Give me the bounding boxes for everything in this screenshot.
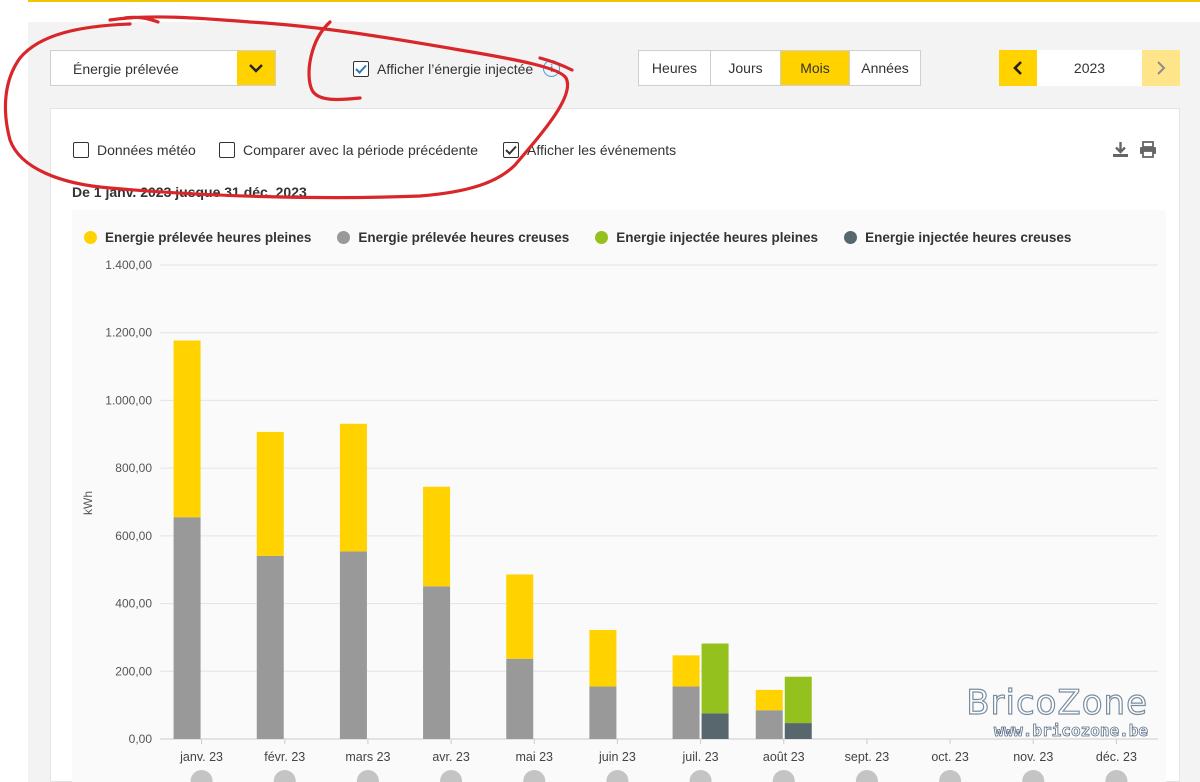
x-tick-label: juin 23 <box>598 750 636 764</box>
bar-segment <box>173 340 201 518</box>
y-tick-label: 600,00 <box>115 529 152 543</box>
y-axis-label: kWh <box>81 491 95 515</box>
event-marker <box>606 770 629 782</box>
bar-segment <box>701 643 729 714</box>
event-marker <box>1105 770 1128 782</box>
x-tick-label: mai 23 <box>515 750 553 764</box>
bar-segment <box>672 686 700 739</box>
x-tick-label: oct. 23 <box>931 750 969 764</box>
bar-segment <box>701 713 729 739</box>
event-marker <box>523 770 546 782</box>
bar-segment <box>784 723 812 739</box>
x-tick-label: févr. 23 <box>264 750 305 764</box>
monthly-energy-chart: 0,00 200,00 400,00 600,00 800,00 1.000,00 1.20… <box>81 258 1158 782</box>
x-tick-label: août 23 <box>763 750 805 764</box>
event-marker <box>190 770 213 782</box>
watermark: BricoZone www.bricozone.be <box>966 682 1149 741</box>
bar-segment <box>256 431 284 556</box>
x-tick-label: janv. 23 <box>179 750 223 764</box>
bar-segment <box>339 423 367 552</box>
y-tick-label: 200,00 <box>115 664 152 678</box>
bar-segment <box>589 686 617 739</box>
bar-segment <box>423 486 451 587</box>
watermark-url: www.bricozone.be <box>993 721 1148 741</box>
event-marker <box>855 770 878 782</box>
bar-segment <box>423 586 451 739</box>
y-tick-label: 400,00 <box>115 597 152 611</box>
bar-segment <box>173 517 201 739</box>
bar-segment <box>256 555 284 739</box>
bar-segment <box>506 574 534 659</box>
event-marker <box>440 770 463 782</box>
x-tick-label: juil. 23 <box>682 750 719 764</box>
event-marker <box>689 770 712 782</box>
bar-segment <box>339 551 367 739</box>
bar-segment <box>755 689 783 711</box>
bar-segment <box>784 676 812 724</box>
bar-segment <box>506 658 534 739</box>
event-marker <box>273 770 296 782</box>
x-tick-label: mars 23 <box>345 750 390 764</box>
x-tick-label: nov. 23 <box>1013 750 1053 764</box>
event-marker <box>1022 770 1045 782</box>
event-marker <box>939 770 962 782</box>
event-marker <box>772 770 795 782</box>
x-tick-label: sept. 23 <box>845 750 890 764</box>
bar-segment <box>589 629 617 687</box>
y-tick-label: 0,00 <box>129 732 153 746</box>
x-tick-label: déc. 23 <box>1096 750 1137 764</box>
y-tick-label: 1.400,00 <box>105 258 152 272</box>
y-tick-label: 800,00 <box>115 461 152 475</box>
watermark-brand: BricoZone <box>966 682 1148 723</box>
bar-segment <box>672 655 700 687</box>
x-tick-label: avr. 23 <box>432 750 470 764</box>
y-tick-label: 1.200,00 <box>105 326 152 340</box>
event-marker <box>356 770 379 782</box>
bar-segment <box>755 710 783 739</box>
y-tick-label: 1.000,00 <box>105 393 152 407</box>
